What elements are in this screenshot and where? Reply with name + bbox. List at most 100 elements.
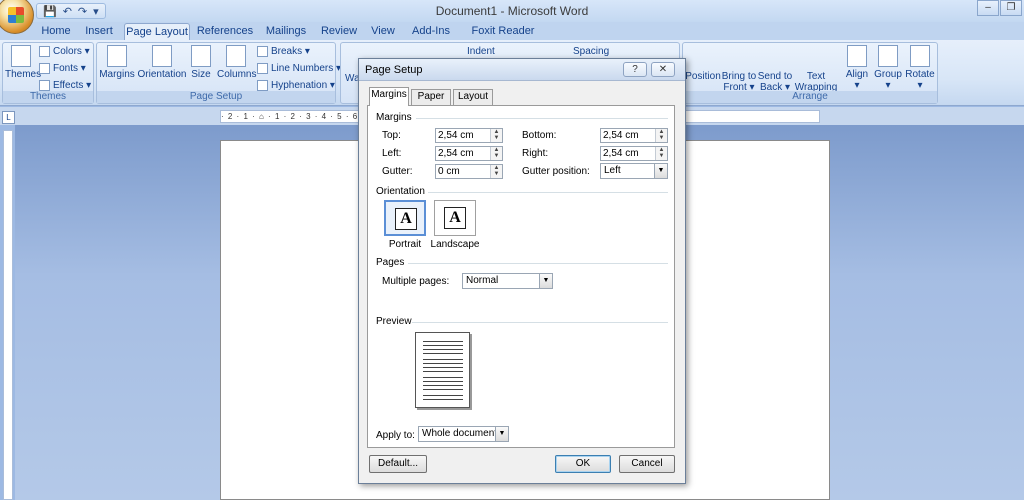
columns-button[interactable]: Columns bbox=[217, 45, 256, 80]
arrange-group-label: Arrange bbox=[683, 91, 937, 103]
save-icon[interactable]: 💾 bbox=[43, 5, 57, 18]
section-divider bbox=[408, 263, 668, 264]
tab-references[interactable]: References bbox=[196, 23, 254, 40]
send-to-back-button[interactable]: Send to Back ▾ bbox=[757, 71, 793, 93]
tab-insert[interactable]: Insert bbox=[80, 23, 118, 40]
line-numbers-icon bbox=[257, 63, 268, 74]
portrait-option[interactable]: A bbox=[384, 200, 426, 236]
help-button[interactable]: ? bbox=[623, 62, 647, 77]
align-button[interactable]: Align ▾ bbox=[843, 45, 871, 91]
landscape-icon: A bbox=[444, 207, 466, 229]
window-controls: – ❐ bbox=[976, 0, 1022, 16]
colors-icon bbox=[39, 46, 50, 57]
effects-button[interactable]: Effects ▾ bbox=[39, 80, 91, 91]
portrait-icon: A bbox=[395, 208, 417, 230]
section-divider bbox=[412, 322, 668, 323]
window-title: Document1 - Microsoft Word bbox=[435, 4, 589, 18]
default-button[interactable]: Default... bbox=[369, 455, 427, 473]
tab-view[interactable]: View bbox=[366, 23, 400, 40]
multiple-pages-label: Multiple pages: bbox=[382, 276, 450, 287]
spinner-arrows-icon[interactable]: ▲ ▼ bbox=[490, 165, 502, 178]
page-setup-group: Margins Orientation Size Columns Breaks … bbox=[96, 42, 341, 104]
right-margin-field[interactable]: 2,54 cm ▲ ▼ bbox=[600, 146, 668, 161]
vertical-ruler[interactable] bbox=[3, 130, 13, 500]
bottom-label: Bottom: bbox=[522, 130, 557, 141]
page-setup-dialog: Page Setup ? ✕ Margins Paper Layout Marg… bbox=[358, 58, 686, 484]
margins-tab-panel: Margins Top: 2,54 cm ▲ ▼ Bottom: 2,54 cm ▲ ▼… bbox=[367, 105, 675, 448]
landscape-label[interactable]: Landscape bbox=[430, 239, 480, 250]
tab-layout[interactable]: Layout bbox=[453, 89, 493, 105]
ok-button[interactable]: OK bbox=[555, 455, 611, 473]
bring-to-front-button[interactable]: Bring to Front ▾ bbox=[721, 71, 757, 93]
qat-more-icon[interactable]: ▾ bbox=[93, 5, 99, 18]
bottom-margin-field[interactable]: 2,54 cm ▲ ▼ bbox=[600, 128, 668, 143]
apply-to-select[interactable]: Whole document ▼ bbox=[418, 426, 509, 442]
margins-icon bbox=[107, 45, 127, 67]
line-numbers-button[interactable]: Line Numbers ▾ bbox=[257, 63, 341, 74]
close-button[interactable]: ✕ bbox=[651, 62, 675, 77]
left-margin-field[interactable]: 2,54 cm ▲ ▼ bbox=[435, 146, 503, 161]
portrait-label[interactable]: Portrait bbox=[382, 239, 428, 250]
indent-label: Indent bbox=[467, 46, 495, 57]
tab-home[interactable]: Home bbox=[38, 23, 74, 40]
hyphenation-icon bbox=[257, 80, 268, 91]
right-label: Right: bbox=[522, 148, 549, 159]
gutter-field[interactable]: 0 cm ▲ ▼ bbox=[435, 164, 503, 179]
pages-section-label: Pages bbox=[376, 257, 405, 268]
columns-icon bbox=[226, 45, 246, 67]
landscape-option[interactable]: A bbox=[434, 200, 476, 236]
restore-button[interactable]: ❐ bbox=[1000, 0, 1022, 16]
chevron-down-icon[interactable]: ▼ bbox=[654, 164, 667, 178]
tab-paper[interactable]: Paper bbox=[411, 89, 451, 105]
themes-group: Themes Colors ▾ Fonts ▾ Effects ▾ Themes bbox=[2, 42, 94, 104]
hyphenation-button[interactable]: Hyphenation ▾ bbox=[257, 80, 335, 91]
title-bar: Document1 - Microsoft Word 💾 ↶ ↷ ▾ – ❐ bbox=[0, 0, 1024, 22]
colors-button[interactable]: Colors ▾ bbox=[39, 46, 90, 57]
chevron-down-icon[interactable]: ▼ bbox=[539, 274, 552, 288]
margins-button[interactable]: Margins bbox=[99, 45, 135, 80]
left-label: Left: bbox=[382, 148, 402, 159]
orientation-icon bbox=[152, 45, 172, 67]
undo-icon[interactable]: ↶ bbox=[63, 5, 72, 18]
cancel-button[interactable]: Cancel bbox=[619, 455, 675, 473]
tab-selector-button[interactable]: L bbox=[2, 111, 15, 124]
tab-add-ins[interactable]: Add-Ins bbox=[408, 23, 454, 40]
fonts-button[interactable]: Fonts ▾ bbox=[39, 63, 86, 74]
tab-margins[interactable]: Margins bbox=[369, 87, 409, 106]
gutter-position-select[interactable]: Left ▼ bbox=[600, 163, 668, 179]
effects-icon bbox=[39, 80, 50, 91]
page-preview bbox=[415, 332, 470, 408]
ribbon-tabs: Home Insert Page Layout References Maili… bbox=[0, 22, 1024, 53]
gutter-position-label: Gutter position: bbox=[522, 166, 590, 177]
breaks-button[interactable]: Breaks ▾ bbox=[257, 46, 310, 57]
orientation-button[interactable]: Orientation bbox=[137, 45, 187, 80]
chevron-down-icon[interactable]: ▼ bbox=[495, 427, 508, 441]
dialog-title: Page Setup bbox=[365, 64, 423, 76]
spinner-arrows-icon[interactable]: ▲ ▼ bbox=[490, 147, 502, 160]
tab-page-layout[interactable]: Page Layout bbox=[124, 23, 190, 40]
tab-review[interactable]: Review bbox=[318, 23, 360, 40]
rotate-icon bbox=[910, 45, 930, 67]
rotate-button[interactable]: Rotate ▾ bbox=[905, 45, 935, 91]
tab-foxit-reader-pdf[interactable]: Foxit Reader PDF bbox=[462, 23, 544, 53]
multiple-pages-select[interactable]: Normal ▼ bbox=[462, 273, 553, 289]
spinner-arrows-icon[interactable]: ▲ ▼ bbox=[655, 129, 667, 142]
top-margin-field[interactable]: 2,54 cm ▲ ▼ bbox=[435, 128, 503, 143]
spinner-arrows-icon[interactable]: ▲ ▼ bbox=[490, 129, 502, 142]
spinner-arrows-icon[interactable]: ▲ ▼ bbox=[655, 147, 667, 160]
page-setup-group-label: Page Setup bbox=[97, 91, 335, 103]
tab-mailings[interactable]: Mailings bbox=[262, 23, 310, 40]
themes-icon bbox=[11, 45, 31, 67]
redo-icon[interactable]: ↷ bbox=[78, 5, 87, 18]
minimize-button[interactable]: – bbox=[977, 0, 999, 16]
themes-group-label: Themes bbox=[3, 91, 93, 103]
group-button[interactable]: Group ▾ bbox=[873, 45, 903, 91]
position-button[interactable]: Position bbox=[685, 71, 721, 82]
dialog-title-bar[interactable]: Page Setup ? ✕ bbox=[359, 59, 685, 81]
fonts-icon bbox=[39, 63, 50, 74]
top-label: Top: bbox=[382, 130, 401, 141]
group-icon bbox=[878, 45, 898, 67]
themes-button[interactable]: Themes bbox=[5, 45, 41, 80]
spacing-label: Spacing bbox=[573, 46, 610, 57]
size-button[interactable]: Size bbox=[189, 45, 213, 80]
